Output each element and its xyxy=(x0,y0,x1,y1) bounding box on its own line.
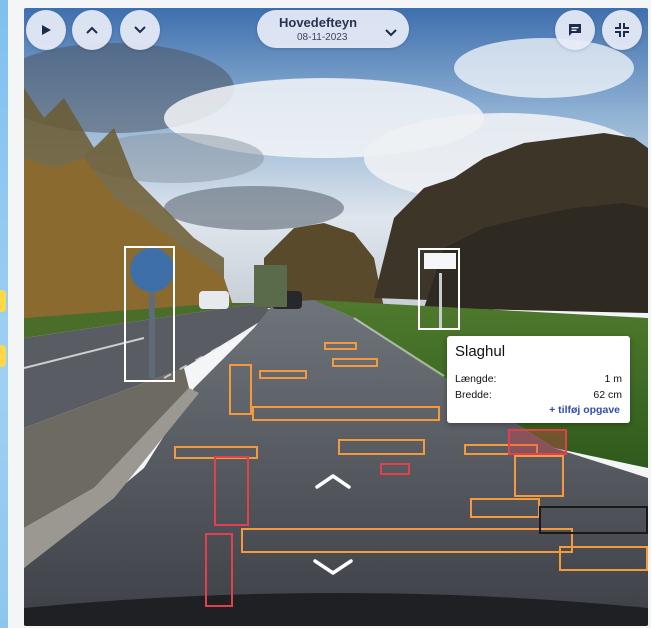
damage-marker[interactable] xyxy=(324,342,357,350)
play-icon xyxy=(40,24,52,36)
width-label: Bredde: xyxy=(455,389,492,401)
inspection-title: Hovedefteyn xyxy=(279,15,358,30)
collapse-button[interactable] xyxy=(602,10,642,50)
inspection-selector[interactable]: Hovedefteyn 08-11-2023 xyxy=(257,10,409,48)
inspection-date: 08-11-2023 xyxy=(297,32,348,43)
next-button[interactable] xyxy=(120,10,160,50)
info-row-length: Længde: 1 m xyxy=(455,373,622,385)
length-label: Længde: xyxy=(455,373,497,385)
chevron-up-icon xyxy=(313,474,353,495)
length-value: 1 m xyxy=(604,373,622,385)
damage-marker[interactable] xyxy=(259,370,307,379)
damage-marker[interactable] xyxy=(559,546,648,571)
damage-info-popup: Slaghul Længde: 1 m Bredde: 62 cm + tilf… xyxy=(447,336,630,423)
move-forward-button[interactable] xyxy=(313,471,353,496)
damage-marker[interactable] xyxy=(514,455,564,497)
move-backward-button[interactable] xyxy=(311,556,355,583)
damage-marker[interactable] xyxy=(252,406,440,421)
info-row-width: Bredde: 62 cm xyxy=(455,389,622,401)
chevron-down-icon xyxy=(133,25,147,35)
comment-button[interactable] xyxy=(555,10,595,50)
side-marker xyxy=(0,290,6,312)
play-button[interactable] xyxy=(26,10,66,50)
damage-marker[interactable] xyxy=(241,528,573,553)
width-value: 62 cm xyxy=(593,389,622,401)
side-marker xyxy=(0,345,6,367)
road-sign-marker[interactable] xyxy=(418,248,460,330)
crack-marker[interactable] xyxy=(380,463,410,475)
comment-icon xyxy=(567,22,583,38)
street-image-viewer[interactable]: Hovedefteyn 08-11-2023 Slaghul Længde: 1… xyxy=(24,8,648,626)
chevron-down-icon xyxy=(311,559,355,582)
chevron-up-icon xyxy=(85,25,99,35)
damage-marker[interactable] xyxy=(338,439,425,455)
crack-marker[interactable] xyxy=(205,533,233,607)
damage-marker[interactable] xyxy=(332,358,378,367)
chevron-down-icon xyxy=(385,24,397,42)
damage-type-title: Slaghul xyxy=(455,343,506,360)
add-task-link[interactable]: + tilføj opgave xyxy=(549,404,620,416)
road-sign-marker[interactable] xyxy=(124,246,175,382)
crack-marker[interactable] xyxy=(214,456,249,526)
damage-marker[interactable] xyxy=(229,364,252,415)
pothole-marker-selected[interactable] xyxy=(508,429,567,455)
collapse-icon xyxy=(614,22,630,38)
side-panel-edge xyxy=(0,0,8,628)
damage-marker[interactable] xyxy=(539,506,648,534)
previous-button[interactable] xyxy=(72,10,112,50)
damage-marker[interactable] xyxy=(470,498,540,518)
